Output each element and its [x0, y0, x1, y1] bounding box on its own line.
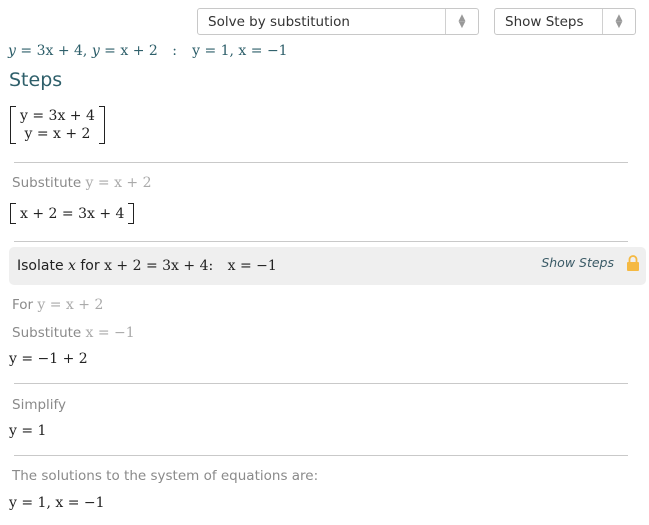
system-row-2: y = x + 2 [24, 126, 91, 142]
isolate-step-text: Isolate x for x + 2 = 3x + 4: x = −1 [17, 258, 277, 274]
isolate-step-panel: Isolate x for x + 2 = 3x + 4: x = −1 Sho… [9, 247, 646, 285]
final-result: y = 1, x = −1 [9, 495, 105, 511]
right-bracket [98, 106, 105, 144]
solve-method-select[interactable]: Solve by substitution ▲ ▼ [197, 8, 479, 35]
simplify-label: Simplify [12, 397, 67, 413]
select-updown-icon: ▲ ▼ [445, 9, 478, 34]
step-divider [14, 241, 628, 242]
summary-equations: y = 3x + 4, y = x + 2 [8, 43, 158, 59]
simplify-result: y = 1 [9, 423, 47, 439]
show-steps-select[interactable]: Show Steps ▲ ▼ [494, 8, 636, 35]
substitute-result: y = −1 + 2 [9, 351, 88, 367]
isolate-result: x = −1 [227, 258, 277, 274]
substitute-label: Substitute y = x + 2 [12, 175, 152, 191]
equation-system: y = 3x + 4 y = x + 2 [10, 106, 105, 144]
show-steps-link[interactable]: Show Steps [541, 255, 614, 270]
step-divider [14, 455, 628, 456]
steps-heading: Steps [9, 69, 63, 91]
step-divider [14, 162, 628, 163]
show-steps-value: Show Steps [505, 13, 584, 30]
system-row-1: y = 3x + 4 [20, 108, 95, 124]
solve-method-value: Solve by substitution [208, 13, 350, 30]
summary-result: y = 1, x = −1 [192, 43, 288, 59]
summary-separator: : [172, 43, 177, 59]
substituted-equation: x + 2 = 3x + 4 [10, 203, 135, 224]
step-divider [14, 383, 628, 384]
lock-icon [627, 255, 639, 271]
select-updown-icon: ▲ ▼ [602, 9, 635, 34]
solution-summary: y = 3x + 4, y = x + 2 : y = 1, x = −1 [8, 40, 288, 59]
substitute-x-label: Substitute x = −1 [12, 325, 135, 341]
right-bracket [128, 203, 135, 224]
final-label: The solutions to the system of equations… [12, 468, 319, 484]
for-label: For y = x + 2 [12, 297, 104, 313]
substituted-equation-text: x + 2 = 3x + 4 [20, 205, 125, 222]
